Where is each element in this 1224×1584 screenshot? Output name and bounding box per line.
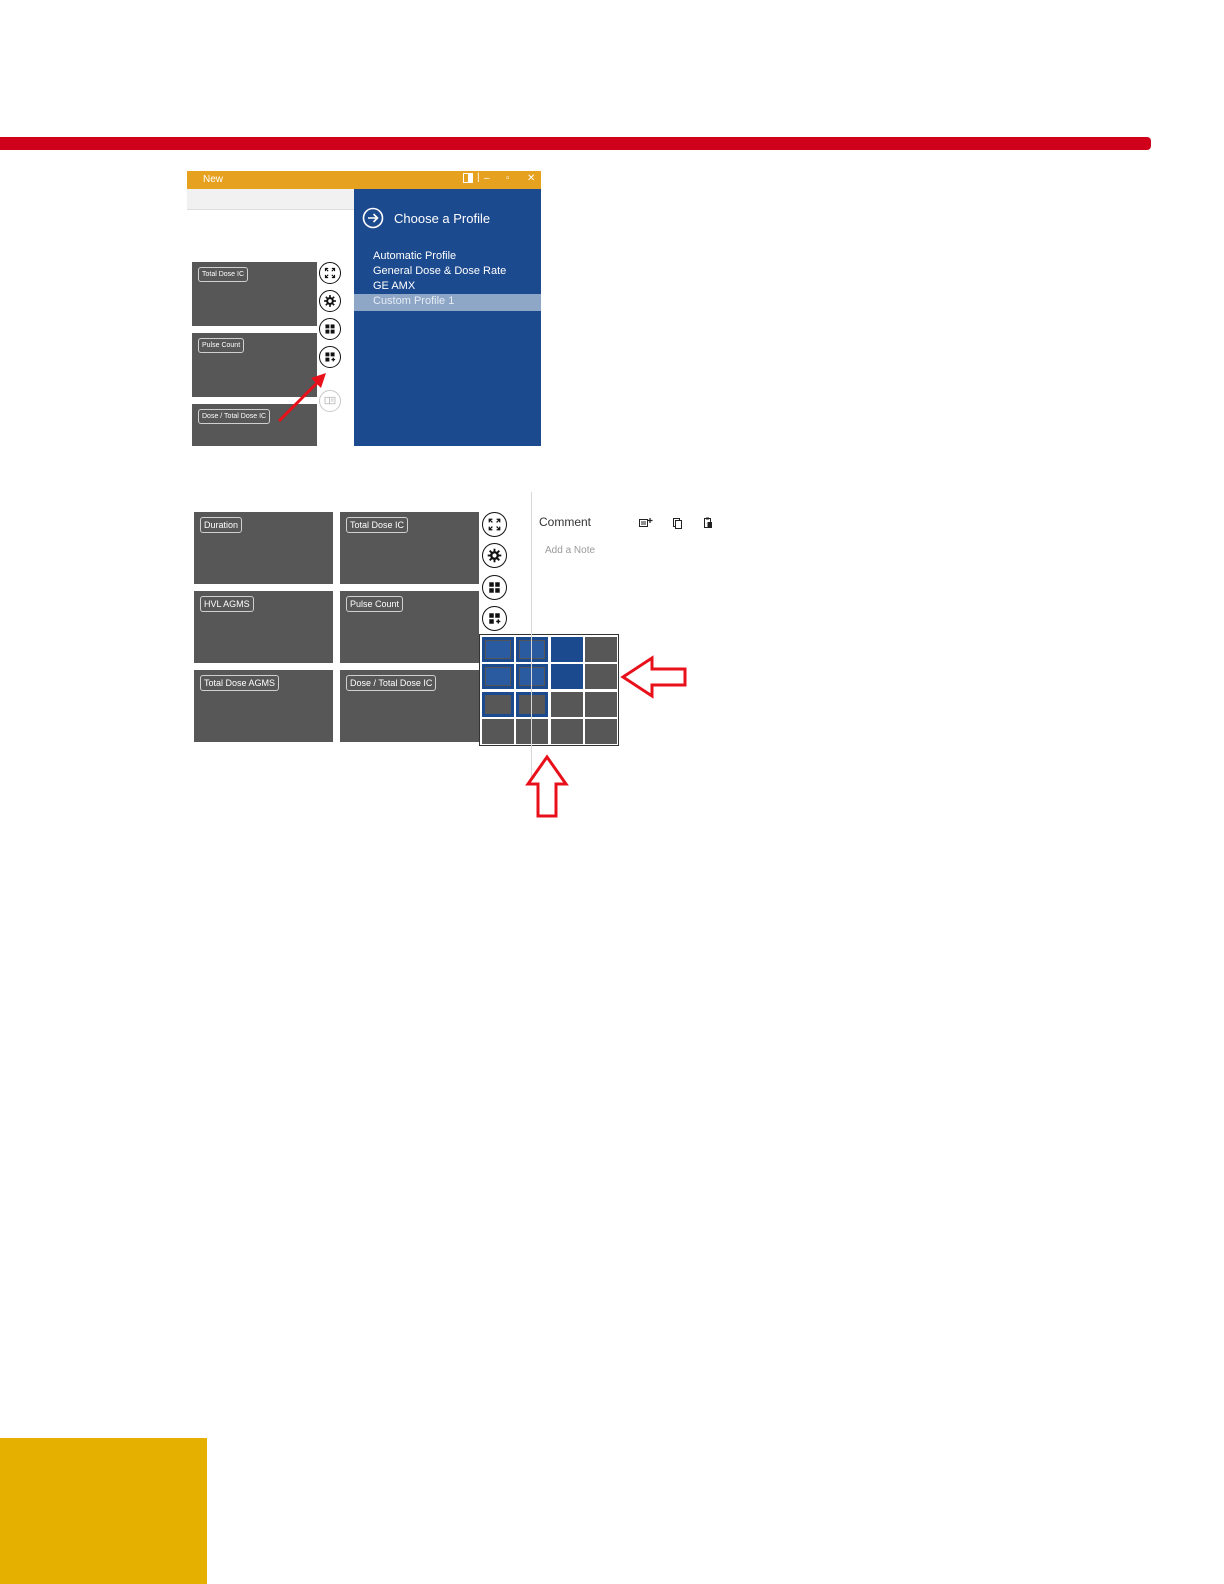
- tile-duration[interactable]: Duration: [194, 512, 333, 584]
- grid-cell[interactable]: [550, 718, 583, 744]
- profile-item-automatic[interactable]: Automatic Profile: [354, 249, 541, 264]
- tile-label: Total Dose IC: [346, 517, 409, 533]
- add-note-input[interactable]: Add a Note: [545, 545, 595, 556]
- tile-label: Dose / Total Dose IC: [346, 675, 437, 691]
- minimize-icon[interactable]: –: [484, 173, 490, 184]
- grid-cell[interactable]: [550, 691, 583, 717]
- grid-cell[interactable]: [516, 637, 549, 662]
- tile-label: Pulse Count: [346, 596, 404, 612]
- separator: |: [477, 172, 480, 183]
- profile-item-custom-1[interactable]: Custom Profile 1: [354, 294, 541, 311]
- profile-item-ge-amx[interactable]: GE AMX: [354, 279, 541, 294]
- tile-total-dose-ic[interactable]: Total Dose IC: [192, 262, 317, 326]
- panel-icon[interactable]: [463, 173, 473, 186]
- grid-cell[interactable]: [516, 664, 549, 690]
- tile-total-dose-ic[interactable]: Total Dose IC: [340, 512, 479, 584]
- grid-cell[interactable]: [584, 691, 617, 717]
- fullscreen-icon[interactable]: [482, 512, 507, 537]
- settings-gear-icon[interactable]: [319, 290, 341, 312]
- comment-label: Comment: [539, 515, 592, 529]
- grid-cell[interactable]: [482, 691, 514, 717]
- tile-label: HVL AGMS: [200, 596, 254, 612]
- tile-pulse-count[interactable]: Pulse Count: [192, 333, 317, 397]
- tile-label: Total Dose IC: [198, 267, 249, 282]
- add-tile-grid-icon[interactable]: [319, 346, 341, 368]
- add-tile-grid-icon[interactable]: [482, 606, 507, 631]
- screenshot-layout-grid: Duration Total Dose IC HVL AGMS Pulse Co…: [190, 492, 730, 822]
- layout-grid-icon[interactable]: [319, 318, 341, 340]
- footer-yellow-block: [0, 1438, 207, 1584]
- grid-cell[interactable]: [516, 718, 549, 744]
- layout-grid-picker: [479, 634, 619, 746]
- add-note-icon[interactable]: [639, 516, 653, 528]
- tile-dose-total-dose-ic[interactable]: Dose / Total Dose IC: [192, 404, 317, 446]
- tile-label: Total Dose AGMS: [200, 675, 280, 691]
- grid-cell[interactable]: [482, 664, 514, 690]
- screenshot-profile-window: New | – ▫ ✕ Total Dose IC Pulse Count Do…: [187, 171, 541, 446]
- grid-cell[interactable]: [584, 637, 617, 662]
- close-icon[interactable]: ✕: [527, 173, 535, 184]
- grid-cell[interactable]: [584, 664, 617, 690]
- grid-cell[interactable]: [550, 664, 583, 690]
- copy-icon[interactable]: [671, 516, 685, 529]
- tile-label: Pulse Count: [198, 338, 245, 353]
- report-icon: [319, 390, 341, 412]
- profile-panel-title: Choose a Profile: [394, 211, 491, 226]
- settings-gear-icon[interactable]: [482, 543, 507, 568]
- fullscreen-icon[interactable]: [319, 262, 341, 284]
- red-hollow-arrow-up: [525, 754, 569, 818]
- grid-cell[interactable]: [516, 691, 549, 717]
- paste-icon[interactable]: [702, 516, 716, 528]
- grid-cell[interactable]: [482, 637, 514, 662]
- header-red-bar: [0, 137, 1151, 150]
- grid-cell[interactable]: [550, 637, 583, 662]
- tile-hvl-agms[interactable]: HVL AGMS: [194, 591, 333, 663]
- tile-label: Duration: [200, 517, 243, 533]
- grid-cell[interactable]: [482, 718, 514, 744]
- toolbar-strip: [187, 189, 354, 210]
- vertical-divider: [531, 492, 532, 782]
- tile-dose-total-dose-ic[interactable]: Dose / Total Dose IC: [340, 670, 479, 742]
- profile-panel: Choose a Profile Automatic Profile Gener…: [354, 189, 541, 446]
- tile-pulse-count[interactable]: Pulse Count: [340, 591, 479, 663]
- tile-total-dose-agms[interactable]: Total Dose AGMS: [194, 670, 333, 742]
- window-titlebar: New | – ▫ ✕: [187, 171, 541, 189]
- profile-item-general-dose[interactable]: General Dose & Dose Rate: [354, 264, 541, 279]
- grid-cell[interactable]: [584, 718, 617, 744]
- maximize-icon[interactable]: ▫: [506, 173, 510, 184]
- tile-label: Dose / Total Dose IC: [198, 409, 271, 424]
- arrow-circle-icon: [362, 207, 384, 229]
- window-title: New: [203, 174, 224, 185]
- layout-grid-icon[interactable]: [482, 575, 507, 600]
- red-hollow-arrow-left: [620, 655, 687, 699]
